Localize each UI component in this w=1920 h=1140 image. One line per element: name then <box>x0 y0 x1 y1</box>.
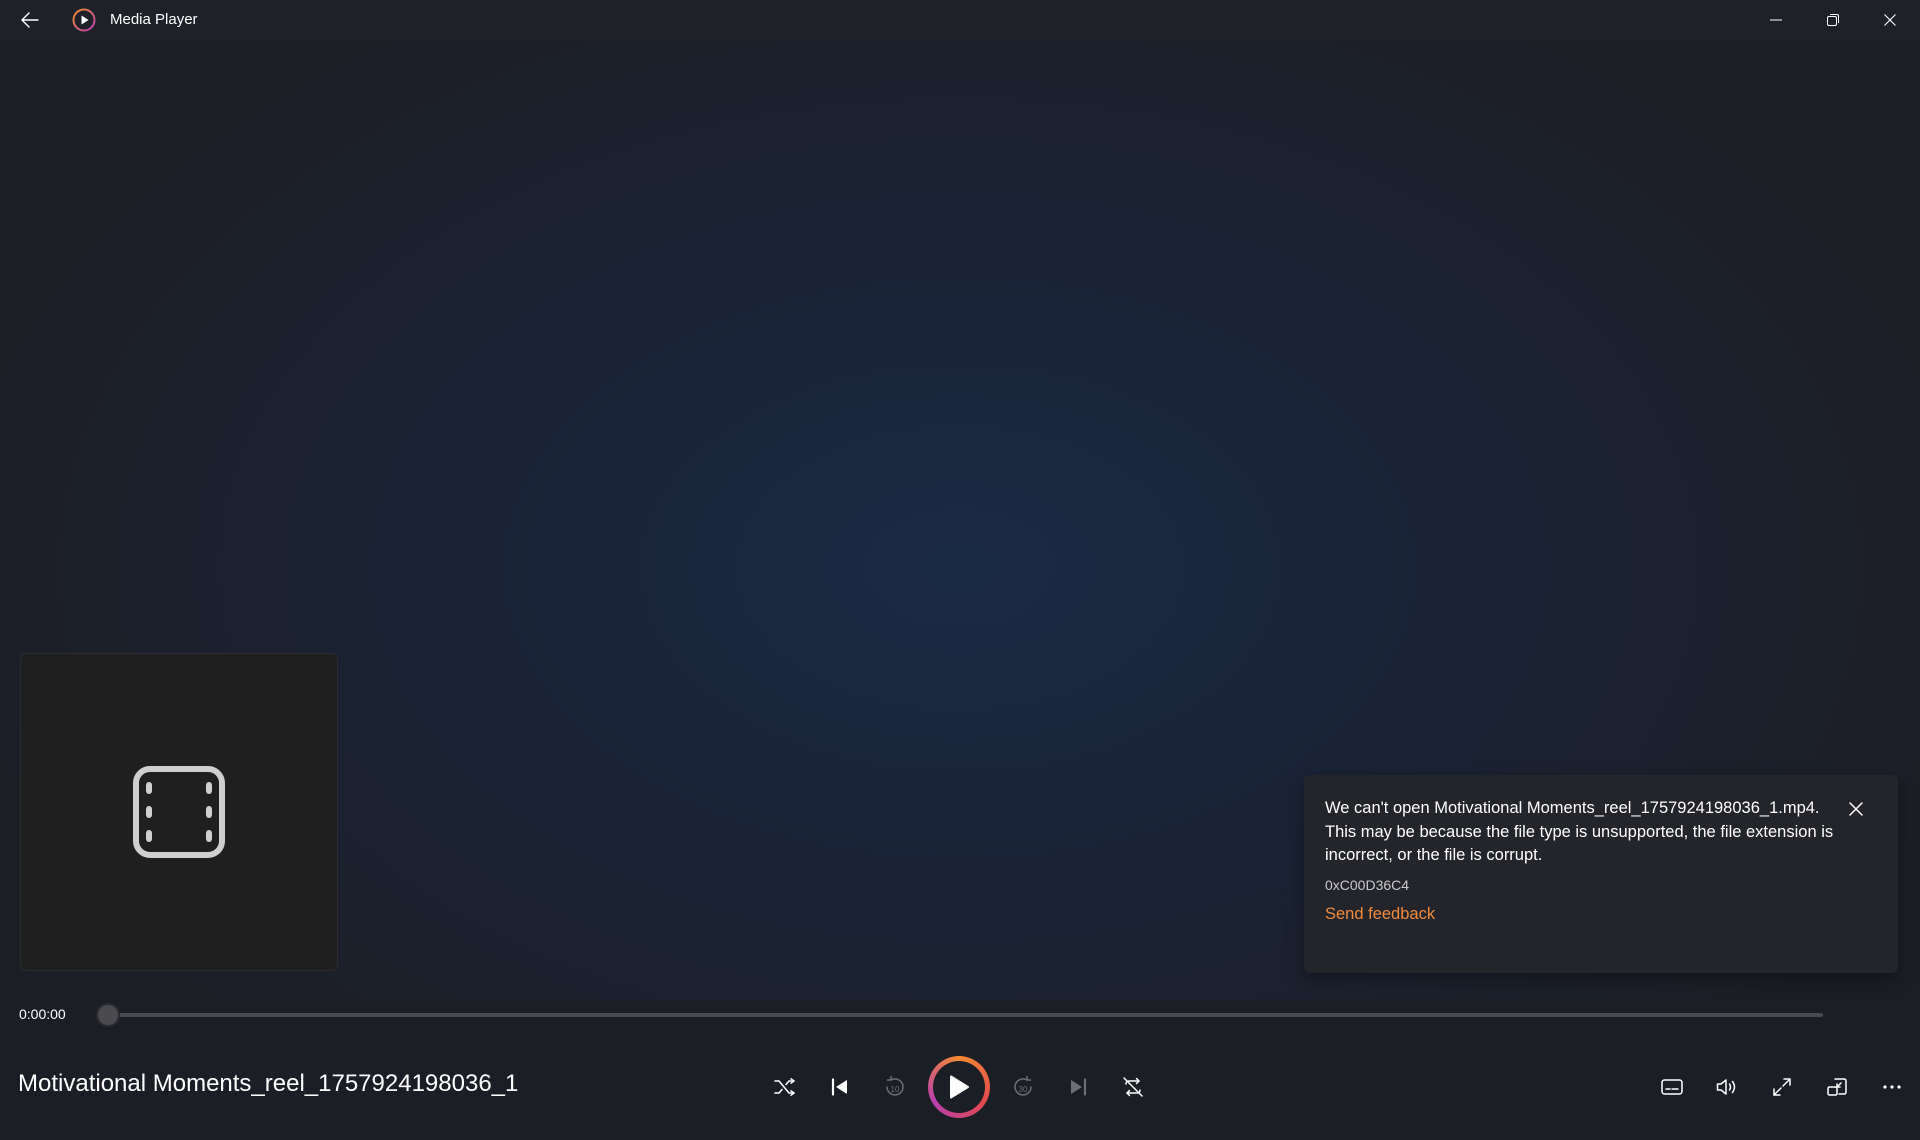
film-icon <box>131 764 227 860</box>
shuffle-icon[interactable] <box>764 1066 806 1108</box>
next-track-icon[interactable] <box>1057 1066 1099 1108</box>
skip-forward-30-icon[interactable]: 30 <box>1002 1066 1044 1108</box>
app-title: Media Player <box>110 11 198 28</box>
media-player-logo-icon <box>72 8 96 32</box>
fullscreen-icon[interactable] <box>1761 1066 1803 1108</box>
media-thumbnail <box>20 653 338 971</box>
skip-back-10-icon[interactable]: 10 <box>874 1066 916 1108</box>
previous-track-icon[interactable] <box>819 1066 861 1108</box>
play-icon <box>933 1061 985 1113</box>
seek-bar[interactable] <box>108 1013 1823 1017</box>
error-code: 0xC00D36C4 <box>1325 876 1410 893</box>
play-button[interactable] <box>928 1056 990 1118</box>
now-playing-title: Motivational Moments_reel_1757924198036_… <box>18 1070 519 1097</box>
back-arrow-icon[interactable] <box>16 6 44 34</box>
subtitles-icon[interactable] <box>1651 1066 1693 1108</box>
more-options-icon[interactable] <box>1871 1066 1913 1108</box>
minimize-icon[interactable] <box>1748 0 1804 40</box>
seek-thumb[interactable] <box>96 1003 120 1027</box>
current-time: 0:00:00 <box>19 1006 66 1022</box>
error-message: We can't open Motivational Moments_reel_… <box>1325 799 1834 864</box>
rewind-label: 10 <box>891 1085 900 1094</box>
repeat-off-icon[interactable] <box>1112 1066 1154 1108</box>
miniplayer-icon[interactable] <box>1816 1066 1858 1108</box>
error-toast: We can't open Motivational Moments_reel_… <box>1304 775 1898 973</box>
send-feedback-link[interactable]: Send feedback <box>1325 905 1435 924</box>
dismiss-icon[interactable] <box>1846 799 1866 819</box>
forward-label: 30 <box>1019 1085 1028 1094</box>
restore-icon[interactable] <box>1805 0 1861 40</box>
volume-icon[interactable] <box>1706 1066 1748 1108</box>
close-icon[interactable] <box>1862 0 1918 40</box>
title-bar: Media Player <box>0 0 1920 40</box>
